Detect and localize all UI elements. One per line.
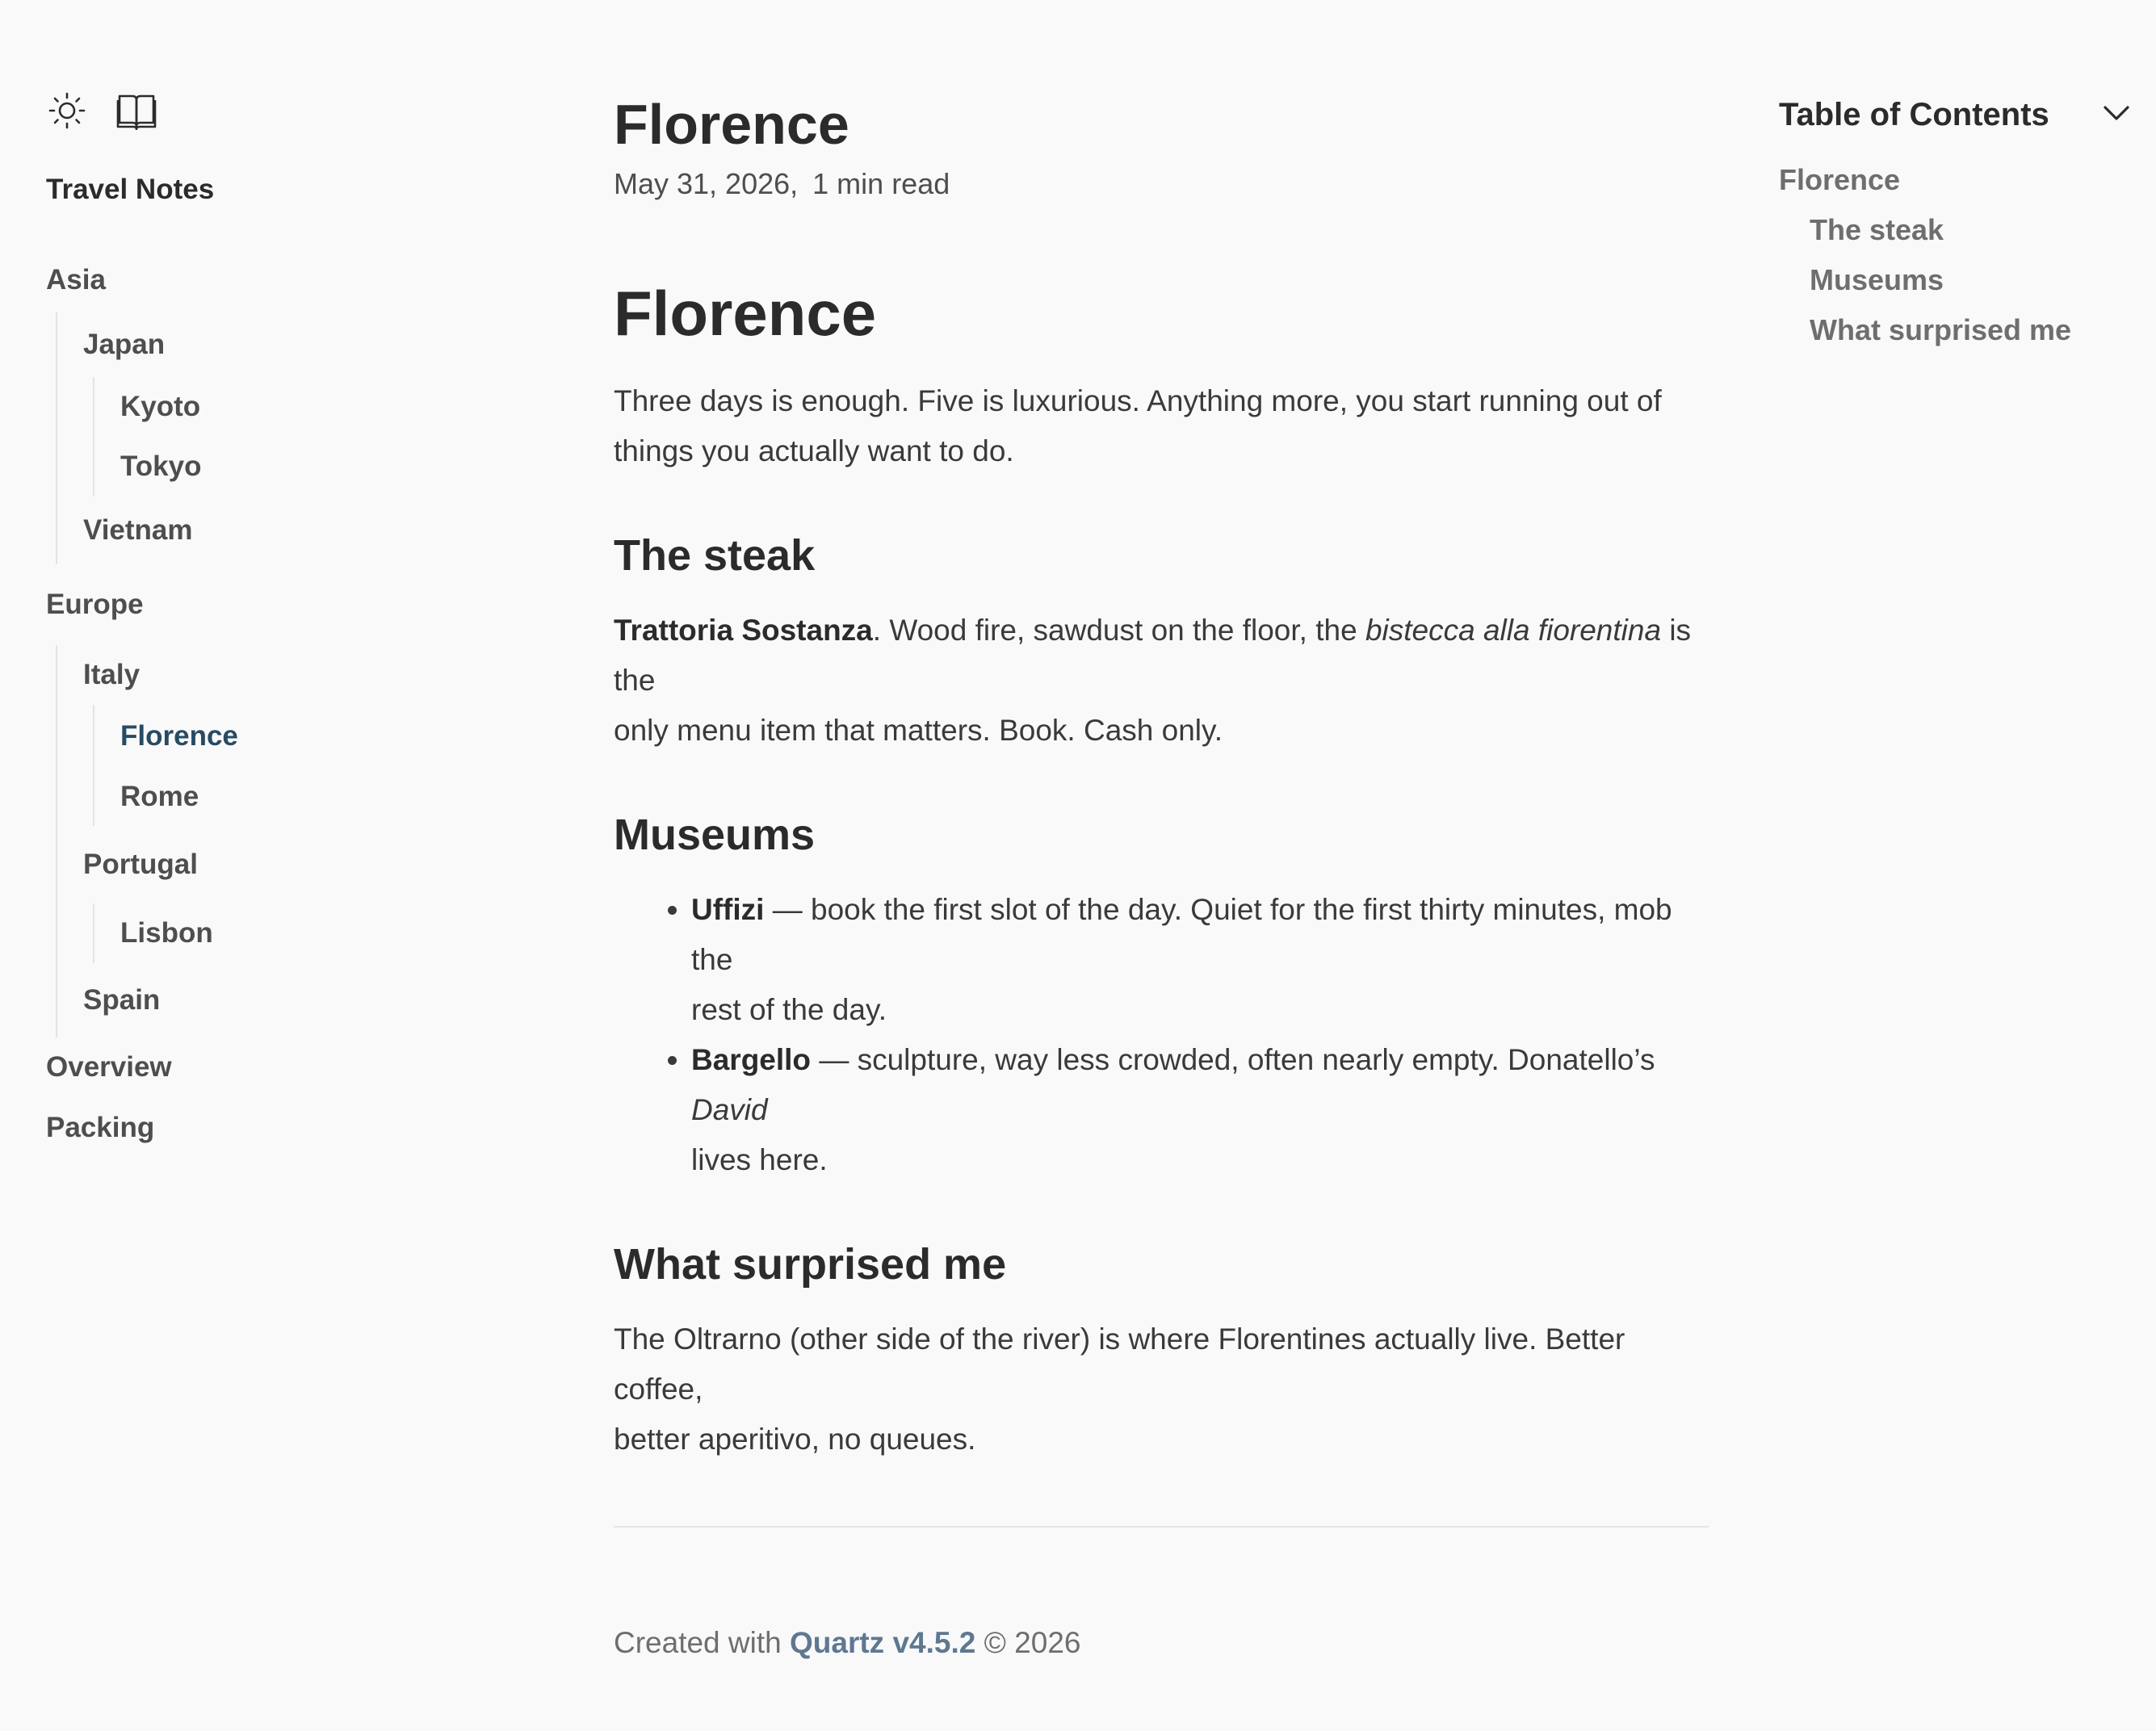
- site-title[interactable]: Travel Notes: [46, 174, 498, 206]
- italy-children: Florence Rome: [93, 705, 498, 826]
- toc-title: Table of Contents: [1779, 96, 2049, 132]
- surprised-line-2: better aperitivo, no queues.: [614, 1423, 976, 1456]
- japan-children: Kyoto Tokyo: [93, 377, 498, 497]
- page-lisbon[interactable]: Lisbon: [120, 903, 498, 963]
- article-main: Florence May 31, 2026, 1 min read Florenc…: [614, 89, 1709, 1528]
- heading-what-surprised-me: What surprised me: [614, 1240, 1007, 1289]
- list-item-uffizi: Uffizi — book the first slot of the day.…: [691, 885, 1709, 1035]
- toc-header[interactable]: Table of Contents: [1779, 90, 2134, 139]
- steak-paragraph: Trattoria Sostanza. Wood fire, sawdust o…: [614, 606, 1709, 756]
- dish-name: bistecca alla fiorentina: [1365, 614, 1662, 647]
- surprised-line-1: The Oltrarno (other side of the river) i…: [614, 1322, 1625, 1406]
- book-icon[interactable]: [115, 90, 157, 132]
- folder-vietnam[interactable]: Vietnam: [83, 497, 498, 564]
- read-time: 1 min read: [812, 167, 950, 200]
- page-packing[interactable]: Packing: [46, 1097, 498, 1159]
- folder-asia[interactable]: Asia: [46, 248, 498, 312]
- heading-florence: Florence: [614, 278, 877, 349]
- restaurant-name: Trattoria Sostanza: [614, 614, 873, 647]
- page: Travel Notes Asia Japan Kyoto Tokyo Viet…: [0, 0, 2156, 1731]
- article-body: Florence Three days is enough. Five is l…: [614, 275, 1709, 1528]
- content-meta: May 31, 2026, 1 min read: [614, 166, 1709, 202]
- intro-paragraph: Three days is enough. Five is luxurious.…: [614, 376, 1709, 476]
- portugal-children: Lisbon: [93, 903, 498, 963]
- footer-prefix: Created with: [614, 1626, 790, 1659]
- page-florence-active[interactable]: Florence: [120, 705, 498, 768]
- bargello-text-1: — sculpture, way less crowded, often nea…: [811, 1043, 1655, 1076]
- folder-italy[interactable]: Italy: [83, 645, 498, 705]
- folder-europe[interactable]: Europe: [46, 564, 498, 645]
- statue-name: David: [691, 1093, 768, 1126]
- table-of-contents: Table of Contents Florence The steak Mus…: [1779, 90, 2134, 355]
- toc-list: Florence The steak Museums What surprise…: [1779, 155, 2134, 355]
- museum-bargello: Bargello: [691, 1043, 812, 1076]
- toc-item-museums[interactable]: Museums: [1779, 255, 2134, 305]
- museum-uffizi: Uffizi: [691, 893, 765, 926]
- bargello-text-2: lives here.: [691, 1143, 828, 1176]
- footer-suffix: © 2026: [975, 1626, 1081, 1659]
- intro-line-2: things you actually want to do.: [614, 434, 1014, 467]
- quartz-link[interactable]: Quartz v4.5.2: [790, 1626, 975, 1659]
- toc-item-florence[interactable]: Florence: [1779, 155, 2134, 205]
- steak-text-c: only menu item that matters. Book. Cash …: [614, 714, 1223, 747]
- museums-list: Uffizi — book the first slot of the day.…: [614, 885, 1709, 1185]
- surprised-paragraph: The Oltrarno (other side of the river) i…: [614, 1314, 1709, 1465]
- uffizi-text-2: rest of the day.: [691, 993, 887, 1026]
- heading-museums: Museums: [614, 811, 816, 859]
- toc-item-the-steak[interactable]: The steak: [1779, 205, 2134, 255]
- steak-text-a: . Wood fire, sawdust on the floor, the: [872, 614, 1365, 647]
- page-rome[interactable]: Rome: [120, 768, 498, 826]
- toc-item-what-surprised-me[interactable]: What surprised me: [1779, 305, 2134, 355]
- page-title: Florence: [614, 93, 849, 156]
- sun-icon[interactable]: [46, 90, 88, 132]
- asia-children: Japan Kyoto Tokyo Vietnam: [56, 312, 498, 564]
- heading-the-steak: The steak: [614, 531, 816, 580]
- footer: Created with Quartz v4.5.2 © 2026: [614, 1626, 1080, 1660]
- folder-portugal[interactable]: Portugal: [83, 826, 498, 903]
- left-sidebar: Travel Notes Asia Japan Kyoto Tokyo Viet…: [46, 85, 498, 1159]
- uffizi-text-1: — book the first slot of the day. Quiet …: [691, 893, 1672, 976]
- page-tokyo[interactable]: Tokyo: [120, 437, 498, 497]
- publish-date: May 31, 2026,: [614, 167, 799, 200]
- folder-japan[interactable]: Japan: [83, 312, 498, 377]
- page-overview[interactable]: Overview: [46, 1037, 498, 1097]
- page-spain[interactable]: Spain: [83, 963, 498, 1037]
- chevron-down-icon[interactable]: [2099, 95, 2134, 135]
- page-kyoto[interactable]: Kyoto: [120, 377, 498, 437]
- list-item-bargello: Bargello — sculpture, way less crowded, …: [691, 1035, 1709, 1185]
- toolbar-icons: [46, 85, 498, 136]
- explorer: Asia Japan Kyoto Tokyo Vietnam Europe It…: [46, 248, 498, 1159]
- article-divider: [614, 1526, 1709, 1528]
- europe-children: Italy Florence Rome Portugal Lisbon Spai…: [56, 645, 498, 1037]
- intro-line-1: Three days is enough. Five is luxurious.…: [614, 384, 1662, 417]
